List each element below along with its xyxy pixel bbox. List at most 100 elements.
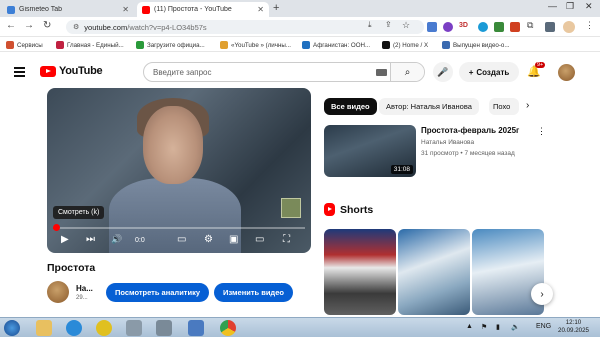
tab-youtube[interactable]: (11) Простота - YouTube ✕ xyxy=(137,2,269,17)
start-button-icon[interactable] xyxy=(4,320,20,336)
theater-mode-icon[interactable]: ▭ xyxy=(255,234,264,245)
language-indicator[interactable]: ENG xyxy=(536,323,551,330)
edit-video-button[interactable]: Изменить видео xyxy=(214,283,293,302)
gismeteo-favicon-icon xyxy=(7,5,15,14)
close-window-icon[interactable]: ✕ xyxy=(585,1,593,12)
sidepanel-icon[interactable] xyxy=(545,22,555,32)
shorts-item[interactable] xyxy=(398,229,470,315)
channel-avatar[interactable] xyxy=(47,281,69,303)
tray-volume-icon[interactable]: 🔈 xyxy=(511,323,520,331)
install-app-icon[interactable]: ⤓ xyxy=(368,20,372,30)
internet-explorer-icon[interactable] xyxy=(66,320,82,336)
3d-extension-icon[interactable]: 3D xyxy=(459,22,468,29)
video-duration: 31:08 xyxy=(390,165,413,174)
fullscreen-icon[interactable]: ⛶ xyxy=(283,234,290,245)
tray-network-icon[interactable]: ▮ xyxy=(496,323,500,331)
channel-watermark[interactable] xyxy=(281,198,301,218)
bookmark-item[interactable]: Главная - Единый... xyxy=(56,41,124,49)
recommended-title[interactable]: Простота-февраль 2025г xyxy=(421,126,519,135)
explorer-icon[interactable] xyxy=(36,320,52,336)
bookmark-label: Загрузите официа... xyxy=(147,41,205,49)
shorts-next-button[interactable]: › xyxy=(531,283,553,305)
minimize-icon[interactable]: — xyxy=(548,1,557,11)
bookmark-label: Афганистан: ООН... xyxy=(313,41,371,49)
settings-gear-icon[interactable]: ⚙ xyxy=(204,234,213,245)
tray-flag-icon[interactable]: ⚑ xyxy=(481,323,487,331)
keyboard-icon[interactable] xyxy=(376,69,387,76)
create-button[interactable]: + Создать xyxy=(459,62,519,82)
maximize-icon[interactable]: ❐ xyxy=(566,1,574,12)
bookmark-item[interactable]: (2) Home / X xyxy=(382,41,428,49)
bookmark-item[interactable]: Выпущен видео-о... xyxy=(442,41,510,49)
recommended-thumbnail[interactable]: 31:08 xyxy=(324,125,416,177)
recommended-channel[interactable]: Наталья Иванова xyxy=(421,139,474,146)
youtube-play-logo-icon xyxy=(40,65,56,77)
bookmark-item[interactable]: Афганистан: ООН... xyxy=(302,41,370,49)
search-box[interactable]: Введите запрос ⌕ xyxy=(143,62,425,82)
channel-name[interactable]: На... xyxy=(76,284,93,293)
bookmark-star-icon[interactable]: ☆ xyxy=(402,20,410,31)
chip-author[interactable]: Автор: Наталья Иванова xyxy=(379,98,479,115)
voice-search-button[interactable]: 🎤 xyxy=(433,62,453,82)
close-tab-icon[interactable]: ✕ xyxy=(122,5,129,14)
bookmark-item[interactable]: Загрузите официа... xyxy=(136,41,205,49)
subtitles-icon[interactable]: ▭ xyxy=(177,234,186,245)
shorts-header: Shorts xyxy=(324,203,373,216)
app-icon[interactable] xyxy=(96,320,112,336)
bookmarks-bar: Сервисы Главная - Единый... Загрузите оф… xyxy=(0,38,600,52)
shorts-title: Shorts xyxy=(340,203,374,216)
mail-extension-icon[interactable] xyxy=(427,22,437,32)
tab-gismeteo[interactable]: Gismeteo Tab ✕ xyxy=(2,2,134,17)
url-host: youtube.com xyxy=(84,22,128,32)
search-input[interactable]: Введите запрос xyxy=(153,68,212,77)
new-tab-button[interactable]: + xyxy=(273,2,279,14)
recommended-meta: 31 просмотр • 7 месяцев назад xyxy=(421,150,515,157)
chip-all-videos[interactable]: Все видео xyxy=(324,98,377,115)
menu-kebab-icon[interactable]: ⋮ xyxy=(585,20,594,31)
forward-icon[interactable]: → xyxy=(24,20,34,31)
notification-count-badge: 9+ xyxy=(535,62,546,68)
shorts-item[interactable] xyxy=(472,229,544,315)
bookmark-label: (2) Home / X xyxy=(393,41,429,49)
reload-icon[interactable]: ↻ xyxy=(43,20,51,31)
profile-icon[interactable] xyxy=(563,21,575,33)
volume-icon[interactable]: 🔊 xyxy=(111,234,122,245)
youtube-favicon-icon xyxy=(142,5,150,14)
back-icon[interactable]: ← xyxy=(6,20,16,31)
app-icon[interactable] xyxy=(126,320,142,336)
site-info-icon[interactable]: ⚙ xyxy=(73,23,79,31)
video-player[interactable]: Смотреть (k) ▶ ⏭ 🔊 0:0 ▭ ⚙ ▣ ▭ ⛶ xyxy=(47,88,311,253)
drop-extension-icon[interactable] xyxy=(478,22,488,32)
analytics-button[interactable]: Посмотреть аналитику xyxy=(106,283,209,302)
chip-similar[interactable]: Похо xyxy=(489,98,519,115)
progress-bar[interactable] xyxy=(52,224,305,231)
account-avatar[interactable] xyxy=(558,64,575,81)
extension-icon[interactable] xyxy=(510,22,520,32)
bookmark-item[interactable]: Сервисы xyxy=(6,41,43,49)
bookmark-label: Сервисы xyxy=(17,41,43,49)
taskbar-clock[interactable]: 12:10 20.09.2025 xyxy=(558,319,589,335)
plus-icon: + xyxy=(468,67,474,77)
extensions-puzzle-icon[interactable]: ⧉ xyxy=(527,20,533,31)
more-actions-icon[interactable]: ⋮ xyxy=(537,126,546,137)
bookmark-item[interactable]: «YouTube » (личны... xyxy=(220,41,291,49)
app-icon[interactable] xyxy=(156,320,172,336)
search-button[interactable]: ⌕ xyxy=(390,63,424,81)
menu-hamburger-icon[interactable] xyxy=(14,67,25,79)
miniplayer-icon[interactable]: ▣ xyxy=(229,234,238,245)
extension-icon[interactable] xyxy=(494,22,504,32)
close-tab-icon[interactable]: ✕ xyxy=(257,5,264,14)
chrome-icon[interactable] xyxy=(220,320,236,336)
share-icon[interactable]: ⇪ xyxy=(385,20,392,29)
tray-arrow-icon[interactable]: ▲ xyxy=(466,323,473,330)
chips-next-icon[interactable]: › xyxy=(526,100,529,111)
progress-scrubber[interactable] xyxy=(52,224,60,231)
video-frame-person xyxy=(109,98,241,253)
shorts-item[interactable] xyxy=(324,229,396,315)
play-icon[interactable]: ▶ xyxy=(61,234,69,245)
bookmark-favicon-icon xyxy=(220,41,228,49)
extension-icon[interactable] xyxy=(443,22,453,32)
next-icon[interactable]: ⏭ xyxy=(86,234,95,245)
youtube-logo[interactable]: YouTube xyxy=(40,65,103,77)
app-icon[interactable] xyxy=(188,320,204,336)
